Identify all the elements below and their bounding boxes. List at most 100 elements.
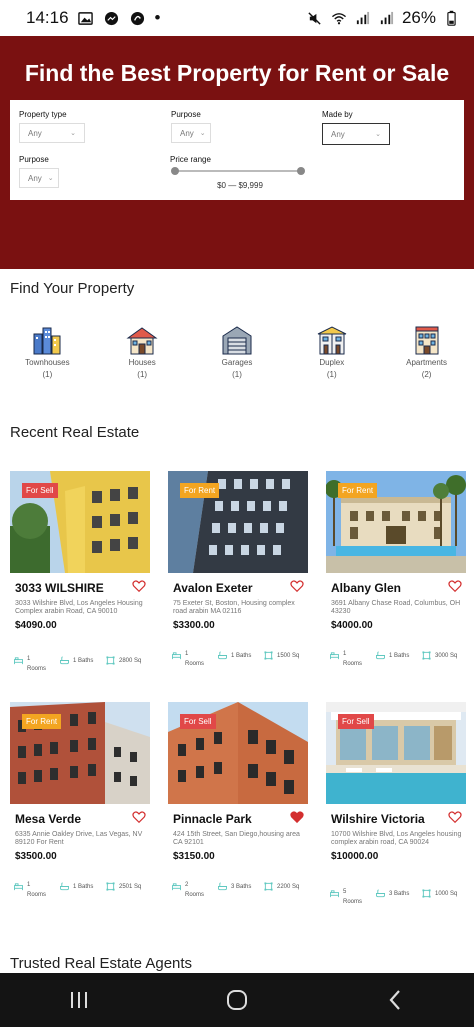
bath-icon	[376, 889, 385, 898]
status-badge: For Rent	[180, 483, 220, 498]
area-icon	[264, 651, 273, 660]
property-specs: 2 Rooms 3 Baths 2200 Sq	[172, 882, 308, 900]
made-by-select[interactable]: Any ⌄	[322, 123, 390, 145]
heart-outline-icon[interactable]	[132, 579, 146, 593]
area-icon	[264, 882, 273, 891]
type-count: (2)	[421, 370, 432, 379]
heart-outline-icon[interactable]	[132, 810, 146, 824]
property-specs: 1 Rooms 1 Baths 3000 Sq	[330, 651, 466, 669]
wifi-icon	[330, 9, 348, 27]
price-range-slider[interactable]	[171, 167, 305, 175]
type-apartments[interactable]: Apartments (2)	[379, 324, 474, 379]
hero-banner: Find the Best Property for Rent or Sale …	[0, 36, 474, 269]
heart-filled-icon[interactable]	[290, 810, 304, 824]
type-houses[interactable]: Houses (1)	[95, 324, 190, 379]
property-card[interactable]: For Rent Mesa Verde 6335 Annie Oakley Dr…	[10, 702, 150, 898]
property-title[interactable]: 3033 WILSHIRE	[10, 581, 150, 595]
property-card[interactable]: For Rent Albany Glen 3691 Albany Chase R…	[326, 471, 466, 667]
status-right: 26%	[306, 8, 460, 28]
property-image[interactable]: For Sell	[326, 702, 466, 804]
back-button[interactable]	[365, 980, 425, 1020]
property-image[interactable]: For Sell	[10, 471, 150, 573]
purpose-label: Purpose	[19, 155, 49, 164]
house-icon	[126, 327, 158, 355]
type-label: Townhouses	[25, 358, 70, 367]
baths-spec: 1 Baths	[218, 651, 264, 660]
status-badge: For Rent	[338, 483, 378, 498]
recent-apps-button[interactable]	[49, 980, 109, 1020]
purpose-select[interactable]: Any ⌄	[19, 168, 59, 188]
more-notifications-dot: •	[154, 8, 161, 27]
made-by-label: Made by	[322, 110, 353, 119]
property-type-value: Any	[28, 128, 42, 138]
type-count: (1)	[42, 370, 53, 379]
property-image[interactable]: For Rent	[326, 471, 466, 573]
bed-icon	[172, 652, 181, 660]
baths-spec: 1 Baths	[376, 651, 422, 660]
area-spec: 2200 Sq	[264, 882, 299, 891]
rooms-count: 2	[185, 882, 189, 888]
chevron-down-icon: ⌄	[375, 131, 381, 138]
property-title[interactable]: Mesa Verde	[10, 812, 150, 826]
price-range-min-handle[interactable]	[171, 167, 179, 175]
property-address: 75 Exeter St, Boston, Housing complex ro…	[173, 600, 295, 616]
property-price: $4000.00	[331, 619, 373, 631]
property-title[interactable]: Wilshire Victoria	[326, 812, 466, 826]
purpose-value: Any	[28, 173, 42, 183]
apartment-icon	[415, 326, 439, 355]
property-title[interactable]: Pinnacle Park	[168, 812, 308, 826]
property-specs: 1 Rooms 1 Baths 2800 Sq	[14, 656, 150, 674]
rooms-spec: 2 Rooms	[172, 882, 218, 900]
price-range-value: $0 — $9,999	[217, 181, 263, 190]
made-by-field: Made by Any ⌄	[322, 110, 390, 145]
property-address: 6335 Annie Oakley Drive, Las Vegas, NV 8…	[15, 831, 143, 847]
rooms-spec: 5 Rooms	[330, 889, 376, 907]
property-type-field: Property type Any ⌄	[19, 110, 85, 143]
property-specs: 5 Rooms 3 Baths 1000 Sq	[330, 889, 466, 907]
recent-real-estate-heading: Recent Real Estate	[10, 424, 140, 441]
property-title[interactable]: Avalon Exeter	[168, 581, 308, 595]
property-price: $10000.00	[331, 850, 379, 862]
area-spec: 1000 Sq	[422, 889, 457, 898]
price-range-label: Price range	[170, 155, 211, 164]
townhouse-icon	[33, 327, 61, 355]
status-badge: For Rent	[22, 714, 62, 729]
purpose-top-select[interactable]: Any ⌄	[171, 123, 211, 143]
type-garages[interactable]: Garages (1)	[190, 324, 285, 379]
rooms-label: Rooms	[27, 666, 47, 673]
property-price: $3300.00	[173, 619, 215, 631]
type-townhouses[interactable]: Townhouses (1)	[0, 324, 95, 379]
property-title[interactable]: Albany Glen	[326, 581, 466, 595]
rooms-count: 1	[27, 882, 31, 888]
property-image[interactable]: For Rent	[10, 702, 150, 804]
home-button[interactable]	[207, 980, 267, 1020]
area-value: 3000 Sq	[435, 652, 458, 659]
price-range-max-handle[interactable]	[297, 167, 305, 175]
baths-value: 1 Baths	[389, 652, 410, 659]
area-spec: 1500 Sq	[264, 651, 299, 660]
status-badge: For Sell	[338, 714, 374, 729]
rooms-label: Rooms	[27, 892, 47, 899]
property-card[interactable]: For Sell Pinnacle Park 424 15th Street, …	[168, 702, 308, 898]
chevron-down-icon: ⌄	[70, 130, 76, 137]
messenger-icon	[103, 9, 121, 27]
property-card[interactable]: For Sell 3033 WILSHIRE 3033 Wilshire Blv…	[10, 471, 150, 672]
property-address: 424 15th Street, San Diego,housing area …	[173, 831, 300, 847]
rooms-count: 1	[185, 651, 189, 657]
property-card[interactable]: For Rent Avalon Exeter 75 Exeter St, Bos…	[168, 471, 308, 667]
system-navigation-bar	[0, 973, 474, 1027]
property-card[interactable]: For Sell Wilshire Victoria 10700 Wilshir…	[326, 702, 466, 905]
property-type-select[interactable]: Any ⌄	[19, 123, 85, 143]
purpose-field: Purpose Any ⌄	[19, 155, 59, 188]
bath-icon	[376, 651, 385, 660]
property-address: 3033 Wilshire Blvd, Los Angeles Housing …	[15, 600, 143, 616]
garage-icon	[222, 326, 252, 355]
property-address: 3691 Albany Chase Road, Columbus, OH 432…	[331, 600, 461, 616]
property-image[interactable]: For Sell	[168, 702, 308, 804]
heart-outline-icon[interactable]	[448, 810, 462, 824]
heart-outline-icon[interactable]	[290, 579, 304, 593]
property-image[interactable]: For Rent	[168, 471, 308, 573]
heart-outline-icon[interactable]	[448, 579, 462, 593]
rooms-count: 1	[27, 656, 31, 662]
type-duplex[interactable]: Duplex (1)	[284, 324, 379, 379]
